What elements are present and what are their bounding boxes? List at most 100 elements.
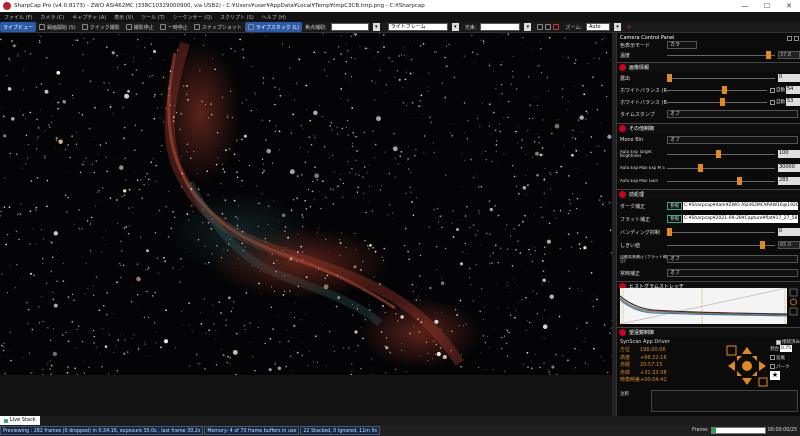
- wb-red-value[interactable]: 54: [786, 86, 800, 94]
- section-image-header[interactable]: 画像情報: [617, 62, 800, 72]
- menu-tools[interactable]: ツール (T): [137, 14, 169, 21]
- auto-maxexp-label: Auto Exp Max Exp M S: [620, 165, 665, 170]
- grid-icon[interactable]: [545, 24, 552, 30]
- color-mode-select[interactable]: カラ: [667, 41, 697, 49]
- quick-capture-label: クイック撮影: [89, 24, 120, 31]
- section-preprocess-header[interactable]: 前処理: [617, 189, 800, 199]
- auto-maxgain-slider[interactable]: [667, 176, 775, 186]
- ra-label: 赤経: [620, 362, 631, 368]
- dark-path-field[interactable]: C:¥Sharpcap¥dark¥ZWO ASI462MC¥RAW16@1920…: [683, 202, 798, 210]
- help-button[interactable]: ◎: [624, 22, 634, 32]
- histogram-display[interactable]: [617, 286, 800, 324]
- arrow-down-left-icon[interactable]: [737, 371, 742, 376]
- rate-value[interactable]: 0.75: [780, 345, 793, 352]
- pause-button[interactable]: 一時停止: [157, 22, 191, 32]
- deconv-label: 常時補正: [620, 270, 641, 277]
- flat-row: フラット補正 参照 C:¥Sharpcap¥2021-09-28¥Capture…: [617, 214, 800, 224]
- help-icon: ◎: [626, 24, 632, 30]
- histogram-settings-icon[interactable]: [789, 288, 798, 297]
- checkbox-icon[interactable]: [770, 355, 775, 360]
- menu-view[interactable]: 表示 (V): [110, 14, 137, 21]
- focus-assist-select[interactable]: [330, 23, 369, 31]
- record-icon: [39, 24, 46, 30]
- threshold-row: しきい値 65.0: [617, 240, 800, 250]
- deconv-select[interactable]: オフ: [667, 269, 798, 277]
- notes-field[interactable]: [651, 390, 798, 412]
- wb-blue-value[interactable]: 53: [786, 98, 800, 106]
- frame-type-select[interactable]: ライトフレーム: [387, 23, 448, 31]
- flat-browse-button[interactable]: 参照: [667, 215, 682, 223]
- mount-rate-controls: 割合 0.75 追尾 パーク ★: [770, 344, 800, 380]
- section-mount-header[interactable]: 望遠鏡制御: [617, 327, 800, 337]
- chevron-down-icon[interactable]: ▾: [451, 23, 459, 31]
- temperature-slider[interactable]: [667, 50, 775, 60]
- auto-stretch-icon[interactable]: [790, 298, 797, 306]
- auto-target-value[interactable]: 100: [778, 150, 800, 158]
- tab-live-stack[interactable]: Live Stack: [0, 416, 40, 425]
- autoflat-select[interactable]: オフ: [667, 255, 798, 263]
- start-capture-button[interactable]: 録画開始 (S): [36, 22, 79, 32]
- image-viewer[interactable]: [0, 33, 612, 375]
- live-view-button[interactable]: ライブビュー: [0, 22, 37, 32]
- wb-blue-label: ホワイトバランス (B): [620, 99, 667, 106]
- flat-path-field[interactable]: C:¥Sharpcap¥2021-09-28¥Capture¥flat¥17_2…: [683, 215, 798, 223]
- banding-slider[interactable]: [667, 227, 775, 237]
- collapse-icon: [619, 329, 626, 336]
- quick-capture-button[interactable]: クイック撮影: [79, 22, 123, 32]
- menu-file[interactable]: ファイル (F): [0, 14, 36, 21]
- arrow-down-icon[interactable]: [742, 378, 752, 385]
- chevron-down-icon[interactable]: ▾: [613, 23, 621, 31]
- wb-blue-slider[interactable]: [667, 97, 767, 107]
- exposure-value[interactable]: 0: [778, 74, 800, 82]
- wb-red-row: ホワイトバランス (R) 自動 54: [617, 85, 800, 95]
- goto-icon[interactable]: [758, 377, 768, 387]
- star-icon[interactable]: ★: [770, 371, 780, 380]
- maximize-button[interactable]: ☐: [756, 2, 778, 10]
- mount-direction-pad[interactable]: [725, 344, 769, 388]
- frame-progress-bar: [710, 427, 766, 434]
- timestamp-select[interactable]: オフ: [667, 110, 798, 118]
- auto-maxexp-slider[interactable]: [667, 163, 775, 173]
- checkbox-icon[interactable]: [770, 364, 775, 369]
- zoom-select[interactable]: Auto: [585, 23, 610, 31]
- stop-slew-button[interactable]: [742, 361, 752, 371]
- chevron-down-icon[interactable]: ▾: [372, 23, 380, 31]
- menu-sequencer[interactable]: シーケンサー (Q): [169, 14, 216, 21]
- exposure-slider[interactable]: [667, 73, 775, 83]
- arrow-up-right-icon[interactable]: [752, 356, 757, 361]
- slew-nw-button[interactable]: [726, 345, 737, 356]
- reset-icon[interactable]: [789, 307, 798, 316]
- overlay-select[interactable]: [480, 23, 521, 31]
- close-button[interactable]: ✕: [778, 2, 800, 10]
- target-icon[interactable]: [537, 24, 544, 30]
- section-mount-title: 望遠鏡制御: [629, 330, 655, 336]
- section-other-header[interactable]: その他制御: [617, 123, 800, 133]
- wb-red-slider[interactable]: [667, 85, 767, 95]
- mono-bin-select[interactable]: オフ: [667, 136, 798, 144]
- arrow-down-right-icon[interactable]: [752, 371, 757, 376]
- auto-target-slider[interactable]: [667, 149, 775, 159]
- menu-camera[interactable]: カメラ (C): [36, 14, 68, 21]
- wb-red-auto-label: 自動: [776, 88, 785, 93]
- stop-capture-button[interactable]: 撮影停止: [123, 22, 157, 32]
- minimize-button[interactable]: —: [734, 2, 756, 10]
- dark-browse-button[interactable]: 参照: [667, 202, 682, 210]
- menu-scripting[interactable]: スクリプト (S): [216, 14, 258, 21]
- arrow-up-left-icon[interactable]: [737, 356, 742, 361]
- auto-maxgain-value[interactable]: 285: [778, 177, 800, 185]
- arrow-left-icon[interactable]: [728, 361, 735, 371]
- menu-help[interactable]: ヘルプ (H): [258, 14, 290, 21]
- flat-label: フラット補正: [620, 216, 651, 223]
- reticle-icon[interactable]: [553, 24, 560, 30]
- banding-value[interactable]: 0: [778, 228, 800, 236]
- auto-maxexp-value[interactable]: 30000: [778, 164, 800, 172]
- wb-blue-auto[interactable]: 自動: [770, 99, 785, 105]
- chevron-down-icon[interactable]: ▾: [524, 23, 532, 31]
- arrow-right-icon[interactable]: [759, 361, 766, 371]
- arrow-up-icon[interactable]: [742, 347, 752, 354]
- live-stack-button[interactable]: ライブスタック (L): [244, 22, 303, 32]
- snapshot-button[interactable]: スナップショット: [191, 22, 245, 32]
- threshold-slider[interactable]: [667, 240, 775, 250]
- menu-capture[interactable]: キャプチャ (A): [68, 14, 110, 21]
- wb-red-auto[interactable]: 自動: [770, 87, 785, 93]
